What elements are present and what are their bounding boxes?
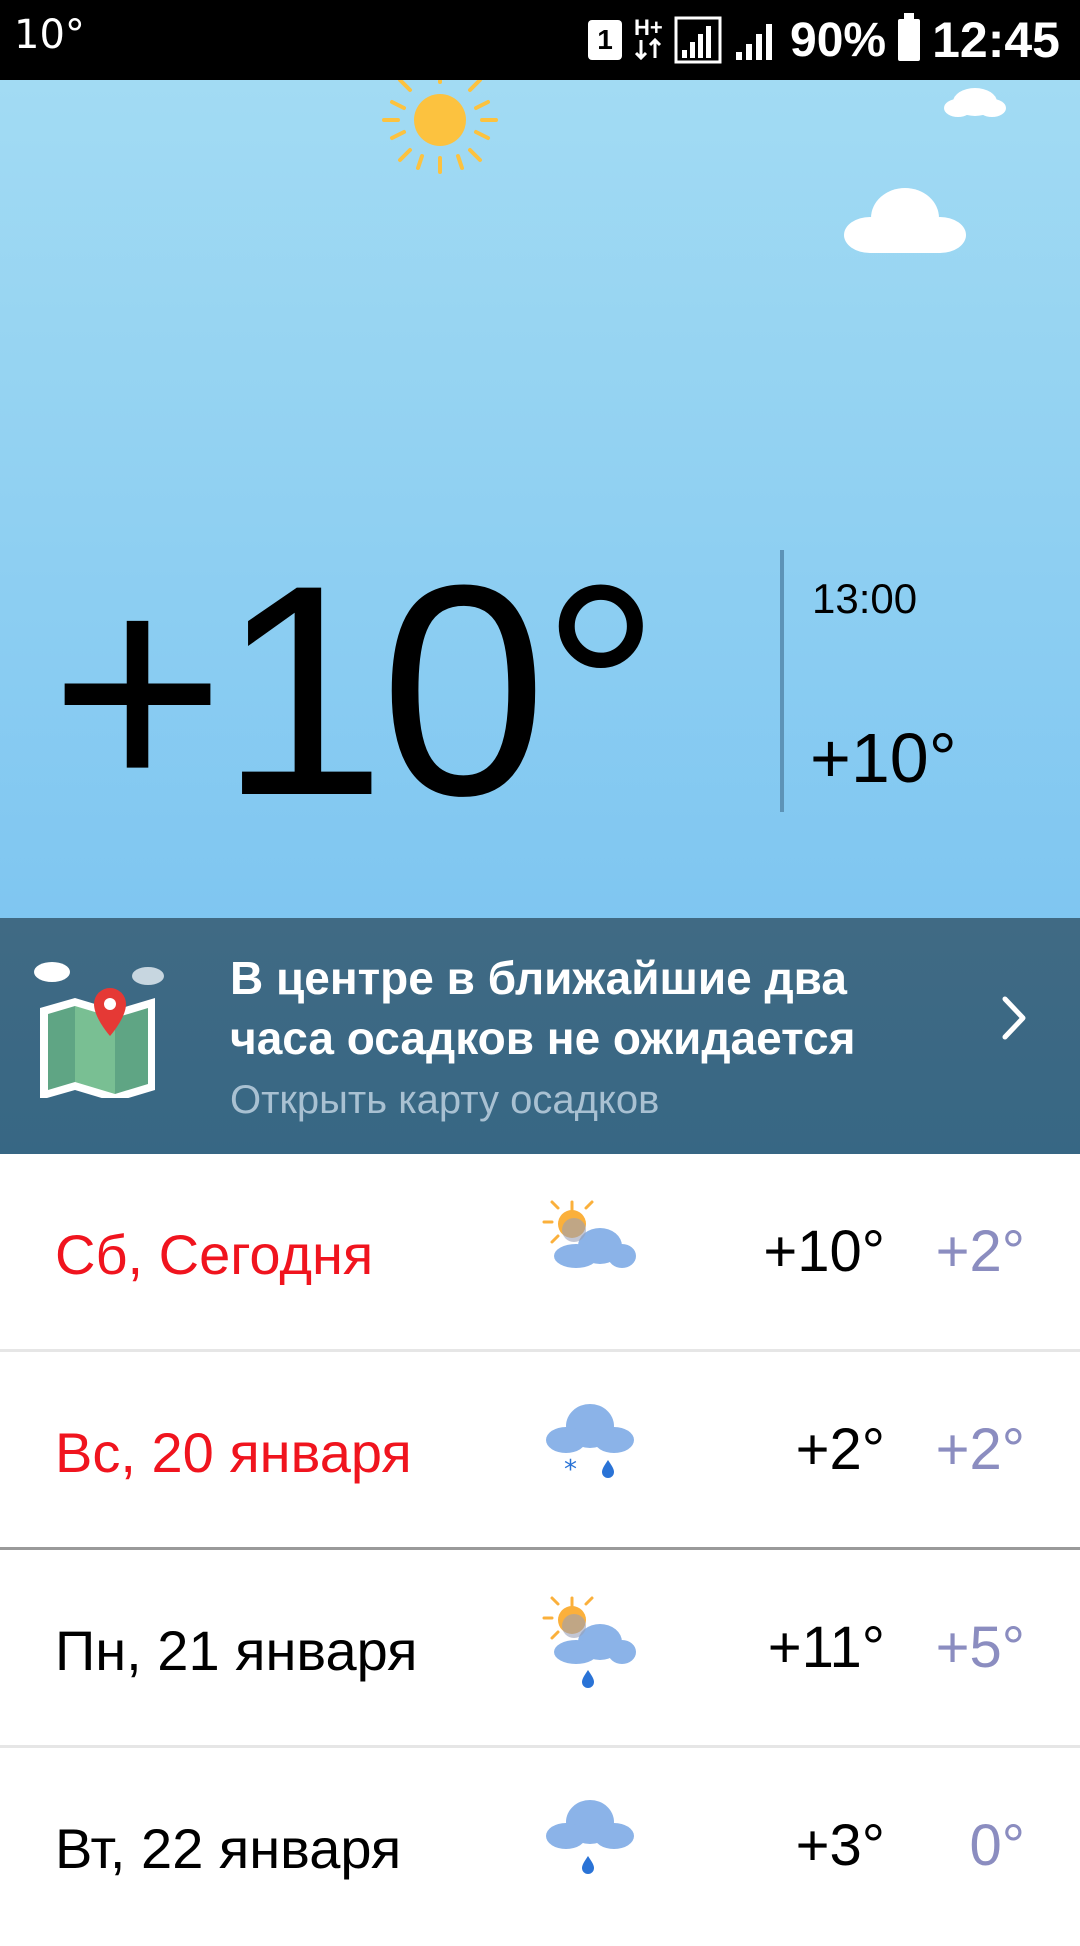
precipitation-message: В центре в ближайшие два часа осадков не… [230, 952, 856, 1064]
forecast-low-temp: +5° [935, 1615, 1025, 1680]
battery-percentage: 90% [790, 13, 887, 67]
cloud-rain-icon [546, 1800, 634, 1874]
svg-text:*: * [564, 1455, 577, 1485]
precipitation-map-icon [34, 962, 164, 1098]
sun-icon [382, 80, 498, 174]
partly-cloudy-rain-icon [542, 1596, 636, 1688]
network-type-label: H+ [634, 14, 663, 40]
small-cloud-icon [944, 88, 1006, 117]
precipitation-banner[interactable]: В центре в ближайшие два часа осадков не… [0, 918, 1080, 1154]
current-temperature: +10° [50, 522, 661, 858]
forecast-high-temp: +10° [763, 1219, 885, 1284]
forecast-day-label: Сб, Сегодня [55, 1223, 374, 1286]
data-arrows-icon [634, 37, 662, 60]
snow-rain-icon: * [546, 1404, 634, 1485]
forecast-day-label: Пн, 21 января [55, 1619, 418, 1682]
hourly-temperature: +10° [810, 719, 957, 797]
partly-cloudy-icon [542, 1200, 636, 1268]
forecast-high-temp: +3° [795, 1813, 885, 1878]
forecast-day-label: Вс, 20 января [55, 1421, 412, 1484]
status-bar: 10° 1 H+ 90% 12:45 [0, 0, 1080, 80]
signal-strength-icon [674, 16, 722, 64]
forecast-low-temp: +2° [935, 1417, 1025, 1482]
forecast-row[interactable]: Вт, 22 января +3° 0° [0, 1748, 1080, 1946]
sim-card-icon: 1 [588, 20, 623, 60]
hourly-time: 13:00 [812, 575, 918, 622]
forecast-high-temp: +2° [795, 1417, 885, 1482]
battery-icon [898, 13, 921, 61]
forecast-row[interactable]: Сб, Сегодня +10° +2° [0, 1154, 1080, 1352]
signal-strength-secondary-icon [736, 24, 773, 60]
status-icons: 1 H+ 90% 12:45 [588, 0, 1060, 80]
forecast-low-temp: 0° [969, 1813, 1025, 1878]
forecast-high-temp: +11° [767, 1615, 885, 1680]
chevron-right-icon [1002, 996, 1026, 1040]
forecast-row[interactable]: Пн, 21 января +11° +5° [0, 1550, 1080, 1748]
forecast-low-temp: +2° [935, 1219, 1025, 1284]
hourly-divider [780, 550, 784, 812]
open-precipitation-map-link[interactable]: Открыть карту осадков [230, 1078, 659, 1123]
notification-temperature: 10° [14, 12, 85, 58]
forecast-day-label: Вт, 22 января [55, 1817, 402, 1880]
current-weather-panel: +10° 13:00 +10° [0, 80, 1080, 918]
network-type-icon: H+ [634, 14, 663, 63]
forecast-row[interactable]: Вс, 20 января * +2° +2° [0, 1352, 1080, 1550]
cloud-icon [844, 188, 966, 253]
status-clock: 12:45 [932, 12, 1060, 68]
